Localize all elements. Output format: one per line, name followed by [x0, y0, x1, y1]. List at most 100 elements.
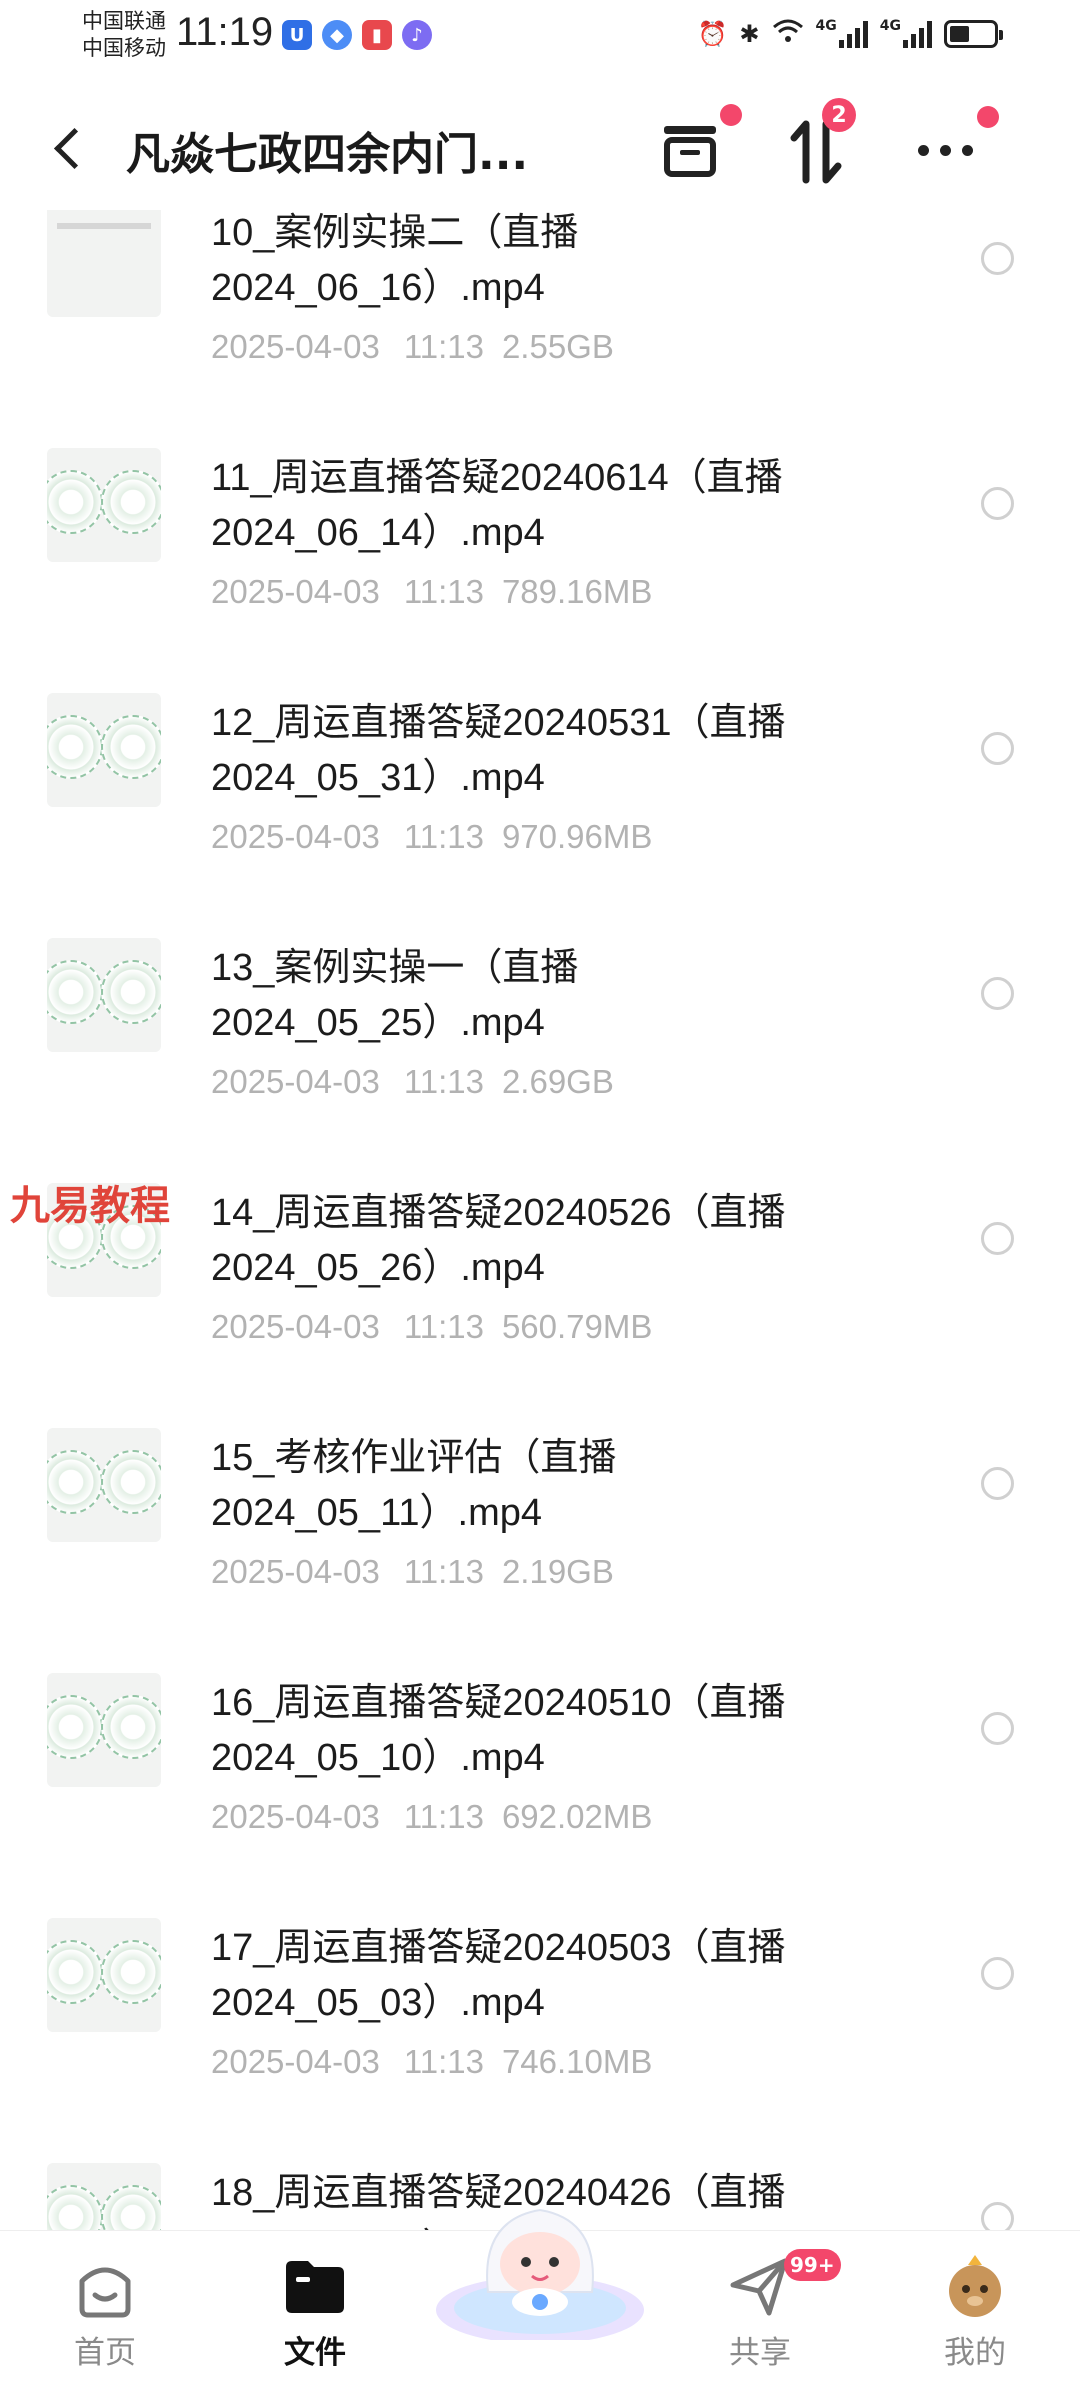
file-meta: 2025-04-03 11:13 692.02MB	[211, 1798, 652, 1836]
file-size: 2.69GB	[501, 1063, 614, 1100]
video-thumbnail	[47, 938, 161, 1052]
tab-home-label: 首页	[74, 2335, 136, 2371]
wifi-icon	[772, 18, 804, 50]
file-name-line2: 2024_05_25）.mp4	[211, 1002, 545, 1044]
file-name-line1: 14_周运直播答疑20240526（直播	[211, 1192, 786, 1234]
tab-share[interactable]: 共享 99+	[680, 2249, 841, 2372]
video-thumbnail	[47, 210, 161, 317]
video-thumbnail	[47, 693, 161, 807]
carrier-info: 中国联通 中国移动	[82, 8, 166, 62]
archive-button[interactable]	[650, 104, 742, 190]
file-time: 11:13	[403, 2043, 484, 2080]
watermark-text: 九易教程	[10, 1183, 170, 1229]
select-radio[interactable]	[981, 242, 1014, 275]
video-thumbnail	[47, 1428, 161, 1542]
file-date: 2025-04-03	[211, 573, 380, 610]
select-radio[interactable]	[981, 487, 1014, 520]
file-name-line1: 16_周运直播答疑20240510（直播	[211, 1682, 786, 1724]
list-item[interactable]: 11_周运直播答疑20240614（直播 2024_06_14）.mp4 2025-…	[0, 383, 1080, 628]
file-meta: 2025-04-03 11:13 970.96MB	[211, 818, 652, 856]
video-thumbnail	[47, 1673, 161, 1787]
carrier-1: 中国联通	[82, 9, 166, 33]
file-time: 11:13	[403, 1798, 484, 1835]
file-date: 2025-04-03	[211, 1798, 380, 1835]
share-badge: 99+	[784, 2249, 841, 2281]
file-name-line2: 2024_05_31）.mp4	[211, 757, 545, 799]
file-date: 2025-04-03	[211, 1308, 380, 1345]
music-icon: ♪	[402, 20, 432, 50]
assistant-mascot-button[interactable]	[432, 2180, 648, 2344]
select-radio[interactable]	[981, 1467, 1014, 1500]
file-date: 2025-04-03	[211, 1063, 380, 1100]
file-name-line1: 11_周运直播答疑20240614（直播	[211, 457, 783, 499]
file-time: 11:13	[403, 573, 484, 610]
file-name-line1: 10_案例实操二（直播	[211, 212, 579, 254]
signal-icon	[838, 20, 868, 48]
file-name-line1: 13_案例实操一（直播	[211, 947, 579, 989]
select-radio[interactable]	[981, 1957, 1014, 1990]
mascot-icon	[436, 2208, 644, 2344]
signal-icon-2	[903, 20, 932, 48]
file-date: 2025-04-03	[211, 1553, 380, 1590]
page-title: 凡焱七政四余内门...	[126, 129, 529, 180]
file-name-line1: 17_周运直播答疑20240503（直播	[211, 1927, 786, 1969]
video-thumbnail	[47, 448, 161, 562]
more-icon[interactable]	[905, 106, 999, 190]
status-time: 11:19	[176, 10, 274, 54]
system-icons: ⏰ ✱ 4G 4G	[698, 18, 1003, 50]
file-meta: 2025-04-03 11:13 560.79MB	[211, 1308, 652, 1346]
list-item[interactable]: 13_案例实操一（直播 2024_05_25）.mp4 2025-04-03 11:1…	[0, 873, 1080, 1118]
avatar	[940, 2251, 1010, 2321]
notification-icons: U ◆ ▮ ♪	[282, 20, 432, 50]
file-date: 2025-04-03	[211, 818, 380, 855]
file-meta: 2025-04-03 11:13 789.16MB	[211, 573, 652, 611]
file-time: 11:13	[403, 1553, 484, 1590]
file-size: 560.79MB	[501, 1308, 653, 1345]
file-name-line1: 15_考核作业评估（直播	[211, 1437, 617, 1479]
notification-dot	[720, 104, 742, 126]
select-radio[interactable]	[981, 1712, 1014, 1745]
file-time: 11:13	[403, 1308, 484, 1345]
list-item[interactable]: 12_周运直播答疑20240531（直播 2024_05_31）.mp4 2025-…	[0, 628, 1080, 873]
file-size: 970.96MB	[501, 818, 653, 855]
folder-icon	[280, 2251, 350, 2321]
select-radio[interactable]	[981, 2202, 1014, 2230]
file-meta: 2025-04-03 11:13 2.69GB	[211, 1063, 614, 1101]
file-size: 2.19GB	[501, 1553, 614, 1590]
file-date: 2025-04-03	[211, 328, 380, 365]
file-size: 692.02MB	[501, 1798, 653, 1835]
transfer-button[interactable]: 2	[776, 98, 856, 190]
back-arrow-icon[interactable]	[50, 120, 90, 180]
file-time: 11:13	[403, 1063, 484, 1100]
tab-mine[interactable]: 我的	[895, 2251, 1055, 2372]
file-size: 789.16MB	[501, 573, 653, 610]
book-icon: ▮	[362, 20, 392, 50]
file-date: 2025-04-03	[211, 2043, 380, 2080]
file-name-line1: 12_周运直播答疑20240531（直播	[211, 702, 786, 744]
list-item[interactable]: 14_周运直播答疑20240526（直播 2024_05_26）.mp4 2025-…	[0, 1118, 1080, 1363]
file-meta: 2025-04-03 11:13 2.55GB	[211, 328, 614, 366]
list-item[interactable]: 10_案例实操二（直播 2024_06_16）.mp4 2025-04-03 11:1…	[0, 210, 1080, 383]
video-thumbnail	[47, 1918, 161, 2032]
video-thumbnail	[47, 2163, 161, 2230]
app-shield-icon: U	[282, 20, 312, 50]
file-name-line2: 2024_05_11）.mp4	[211, 1492, 542, 1534]
list-item[interactable]: 17_周运直播答疑20240503（直播 2024_05_03）.mp4 2025-…	[0, 1853, 1080, 2098]
file-name-line2: 2024_05_03）.mp4	[211, 1982, 545, 2024]
select-radio[interactable]	[981, 732, 1014, 765]
top-bar: 凡焱七政四余内门... 2	[0, 80, 1080, 210]
home-icon	[70, 2251, 140, 2321]
list-item[interactable]: 15_考核作业评估（直播 2024_05_11）.mp4 2025-04-03 11:…	[0, 1363, 1080, 1608]
select-radio[interactable]	[981, 977, 1014, 1010]
file-meta: 2025-04-03 11:13 746.10MB	[211, 2043, 652, 2081]
archive-box-icon	[664, 126, 716, 177]
file-size: 2.55GB	[501, 328, 614, 365]
select-radio[interactable]	[981, 1222, 1014, 1255]
file-name-line2: 2024_06_16）.mp4	[211, 267, 545, 309]
tab-files[interactable]: 文件	[235, 2251, 395, 2372]
status-bar: 中国联通 中国移动 11:19 U ◆ ▮ ♪ ⏰ ✱ 4G 4G	[0, 0, 1080, 70]
tab-home[interactable]: 首页	[25, 2251, 185, 2372]
file-time: 11:13	[403, 328, 484, 365]
list-item[interactable]: 16_周运直播答疑20240510（直播 2024_05_10）.mp4 2025-…	[0, 1608, 1080, 1853]
tab-files-label: 文件	[284, 2335, 346, 2371]
